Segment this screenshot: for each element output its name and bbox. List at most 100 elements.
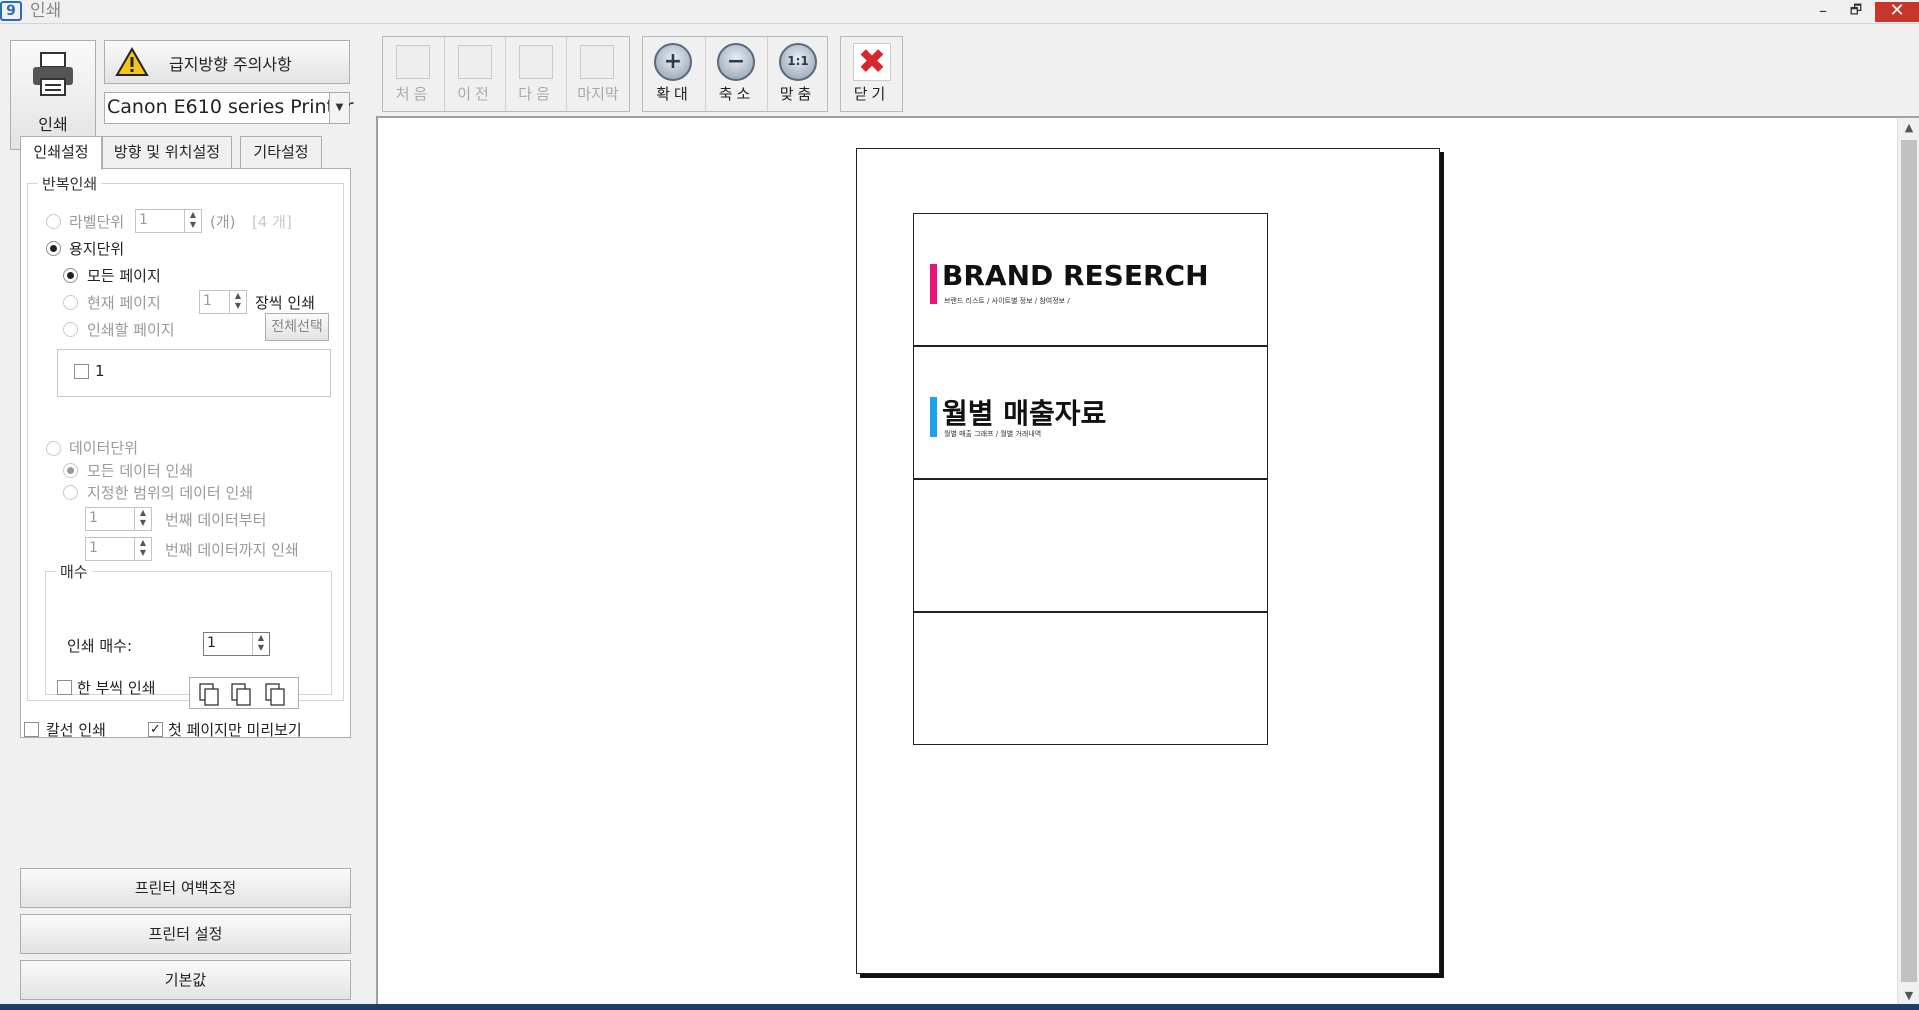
collate-label: 한 부씩 인쇄	[77, 679, 156, 697]
warning-button-label: 급지방향 주의사항	[169, 55, 292, 74]
current-page-count-value: 1	[203, 293, 212, 309]
select-all-button[interactable]: 전체선택	[265, 313, 329, 341]
tab-orientation-position[interactable]: 방향 및 위치설정	[102, 136, 232, 168]
close-icon: ✖	[853, 43, 891, 81]
last-page-label: 마지막	[577, 85, 619, 103]
paper-unit-label: 용지단위	[69, 240, 125, 258]
current-page-count-stepper[interactable]: 1 ▲ ▼	[199, 290, 247, 314]
default-values-button[interactable]: 기본값	[20, 960, 351, 1000]
zoom-in-label: 확대	[656, 85, 692, 103]
label-count-stepper[interactable]: 1 ▲ ▼	[135, 209, 202, 233]
range-to-label: 번째 데이터까지 인쇄	[165, 541, 299, 559]
zoom-in-icon: +	[654, 43, 692, 81]
zoom-in-button[interactable]: + 확대	[643, 37, 705, 111]
stepper-arrows-icon[interactable]: ▲ ▼	[252, 633, 269, 655]
print-button-label: 인쇄	[38, 115, 68, 134]
printer-settings-button[interactable]: 프린터 설정	[20, 914, 351, 954]
next-page-icon	[519, 45, 553, 79]
all-data-radio[interactable]	[63, 463, 78, 478]
cut-line-label: 칼선 인쇄	[46, 721, 106, 739]
last-page-button[interactable]: 마지막	[566, 37, 629, 111]
printer-select[interactable]: Canon E610 series Printer ▼	[104, 92, 354, 124]
paper-unit-radio[interactable]	[46, 241, 61, 256]
copies-legend: 매수	[60, 563, 88, 581]
first-page-label: 처음	[395, 85, 432, 103]
printer-icon	[33, 52, 73, 96]
range-to-stepper[interactable]: 1 ▲ ▼	[85, 537, 152, 561]
collate-pages-icon	[199, 683, 285, 706]
stepper-arrows-icon[interactable]: ▲ ▼	[184, 210, 201, 232]
scrollbar-thumb[interactable]	[1901, 140, 1917, 982]
copies-label: 인쇄 매수:	[67, 637, 133, 655]
close-window-button[interactable]: ✕	[1875, 2, 1919, 22]
all-pages-radio[interactable]	[63, 268, 78, 283]
minimize-button[interactable]: –	[1808, 2, 1838, 22]
label-unit-suffix: (개)	[210, 213, 236, 231]
collate-checkbox[interactable]	[57, 680, 72, 695]
navigation-group: 처음 이전 다음 마지막	[382, 36, 630, 112]
prev-page-button[interactable]: 이전	[444, 37, 505, 111]
paper-direction-warning-button[interactable]: 급지방향 주의사항	[104, 40, 350, 84]
chevron-down-icon[interactable]: ▼	[329, 93, 349, 123]
prev-page-icon	[458, 45, 492, 79]
pages-to-print-label: 인쇄할 페이지	[87, 321, 175, 339]
page-checkbox[interactable]	[74, 364, 89, 379]
preview-page: BRAND RESERCH 브랜드 리스트 / 사이트별 정보 / 참여정보 /…	[856, 148, 1440, 974]
fit-button[interactable]: 1:1 맞춤	[767, 37, 827, 111]
prev-page-label: 이전	[457, 85, 493, 103]
next-page-button[interactable]: 다음	[505, 37, 566, 111]
label-unit-radio[interactable]	[46, 214, 61, 229]
stepper-arrows-icon[interactable]: ▲ ▼	[134, 508, 151, 530]
cut-line-checkbox[interactable]	[24, 722, 39, 737]
first-page-button[interactable]: 처음	[383, 37, 444, 111]
fit-icon: 1:1	[779, 43, 817, 81]
range-from-stepper[interactable]: 1 ▲ ▼	[85, 507, 152, 531]
print-settings-panel: 인쇄 급지방향 주의사항 Canon E610 series Printer ▼…	[0, 24, 370, 1004]
label-cell-1: BRAND RESERCH 브랜드 리스트 / 사이트별 정보 / 참여정보 /	[913, 213, 1268, 346]
stepper-arrows-icon[interactable]: ▲ ▼	[134, 538, 151, 560]
first-page-icon	[396, 45, 430, 79]
copies-value: 1	[207, 635, 216, 651]
label-title: 월별 매출자료	[942, 397, 1107, 430]
page-list: 1	[57, 349, 331, 397]
stepper-arrows-icon[interactable]: ▲ ▼	[229, 291, 246, 313]
printer-margin-button[interactable]: 프린터 여백조정	[20, 868, 351, 908]
copies-each-label: 장씩 인쇄	[255, 294, 315, 312]
close-preview-button[interactable]: ✖ 닫기	[841, 37, 902, 111]
all-pages-label: 모든 페이지	[87, 267, 161, 285]
data-unit-radio[interactable]	[46, 441, 61, 456]
label-cell-2: 월별 매출자료 월별 매출 그래프 / 월별 거래내역	[913, 346, 1268, 479]
last-page-icon	[580, 45, 614, 79]
pages-to-print-radio[interactable]	[63, 322, 78, 337]
accent-bar	[930, 264, 937, 304]
scroll-down-icon[interactable]: ▼	[1898, 986, 1919, 1006]
data-unit-label: 데이터단위	[69, 439, 139, 457]
label-subtitle: 월별 매출 그래프 / 월별 거래내역	[944, 430, 1042, 438]
copies-group: 매수	[45, 561, 332, 695]
zoom-out-label: 축소	[718, 85, 755, 103]
printer-select-value: Canon E610 series Printer	[107, 96, 354, 118]
all-data-label: 모든 데이터 인쇄	[87, 462, 194, 480]
zoom-out-button[interactable]: − 축소	[705, 37, 767, 111]
range-data-radio[interactable]	[63, 485, 78, 500]
fit-label: 맞춤	[779, 85, 816, 103]
label-cell-3	[913, 479, 1268, 612]
tab-other-settings[interactable]: 기타설정	[240, 136, 322, 168]
zoom-group: + 확대 − 축소 1:1 맞춤	[642, 36, 828, 112]
close-label: 닫기	[853, 85, 890, 103]
warning-icon	[115, 47, 149, 76]
print-button[interactable]: 인쇄	[10, 40, 96, 150]
current-page-radio[interactable]	[63, 295, 78, 310]
tab-print-settings[interactable]: 인쇄설정	[20, 136, 102, 170]
next-page-label: 다음	[518, 85, 554, 103]
label-unit-label: 라벨단위	[69, 213, 125, 231]
app-icon: 9	[0, 1, 22, 21]
scroll-up-icon[interactable]: ▲	[1898, 118, 1919, 138]
copies-stepper[interactable]: 1 ▲ ▼	[203, 632, 270, 656]
window-title: 인쇄	[30, 1, 62, 21]
vertical-scrollbar[interactable]: ▲ ▼	[1897, 118, 1919, 1006]
range-to-value: 1	[89, 540, 98, 556]
accent-bar	[930, 397, 937, 437]
first-page-preview-checkbox[interactable]: ✓	[148, 722, 163, 737]
restore-button[interactable]: 🗗	[1840, 2, 1872, 22]
